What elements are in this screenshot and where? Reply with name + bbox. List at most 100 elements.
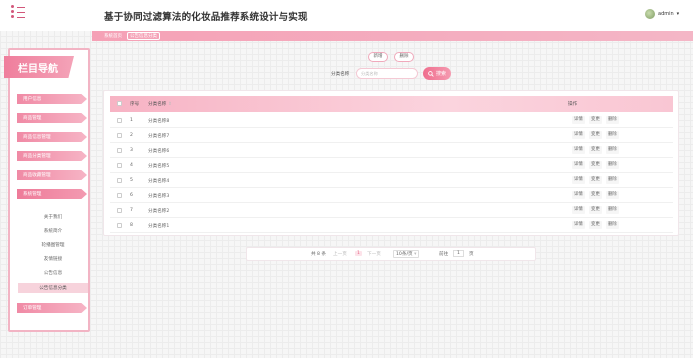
search-button[interactable]: 搜索 <box>423 67 451 80</box>
add-button[interactable]: 新增 <box>368 52 388 62</box>
row-delete-button[interactable]: 删除 <box>606 206 619 214</box>
sidebar-item-system[interactable]: 系统管理 <box>17 189 87 199</box>
row-checkbox[interactable] <box>117 208 122 213</box>
page-number-current[interactable]: 1 <box>355 251 362 256</box>
select-all-checkbox[interactable] <box>117 101 122 106</box>
sort-icon[interactable]: ⇕ <box>168 102 172 107</box>
row-delete-button[interactable]: 删除 <box>606 191 619 199</box>
table-row: 8 分类名称1 详情 变更 删除 <box>110 218 673 233</box>
detail-button[interactable]: 详情 <box>572 221 585 229</box>
sidebar-subitem-notice[interactable]: 公告信息 <box>18 268 88 278</box>
row-index: 3 <box>130 148 133 153</box>
row-checkbox[interactable] <box>117 178 122 183</box>
sidebar-heading: 栏目导航 <box>4 56 74 78</box>
edit-button[interactable]: 变更 <box>589 191 602 199</box>
edit-button[interactable]: 变更 <box>589 206 602 214</box>
sidebar-item-goods-info[interactable]: 商品信息管理 <box>17 132 87 142</box>
row-delete-button[interactable]: 删除 <box>606 146 619 154</box>
row-index: 1 <box>130 118 133 123</box>
user-menu[interactable]: admin ▾ <box>645 9 679 19</box>
search-label: 分类名称 <box>331 72 350 77</box>
sidebar-subitem-intro[interactable]: 系统简介 <box>18 226 88 236</box>
page-suffix: 页 <box>469 252 474 257</box>
row-name: 分类名称7 <box>148 134 170 139</box>
top-header: 基于协同过滤算法的化妆品推荐系统设计与实现 admin ▾ <box>0 0 693 31</box>
row-name: 分类名称4 <box>148 179 170 184</box>
sidebar-item-goods[interactable]: 商品管理 <box>17 113 87 123</box>
row-delete-button[interactable]: 删除 <box>606 161 619 169</box>
page-size-select[interactable]: 10条/页 ▾ <box>393 250 420 258</box>
chevron-down-icon: ▾ <box>676 11 680 17</box>
row-delete-button[interactable]: 删除 <box>606 176 619 184</box>
row-checkbox[interactable] <box>117 118 122 123</box>
row-name: 分类名称2 <box>148 209 170 214</box>
goto-page-input[interactable]: 1 <box>453 250 464 257</box>
table-panel: 序号 分类名称 ⇕ 操作 1 分类名称8 详情 变更 删除 2 分类名称7 详情… <box>103 90 679 236</box>
column-index-header: 序号 <box>130 102 140 107</box>
row-checkbox[interactable] <box>117 163 122 168</box>
sidebar-item-goods-favorite[interactable]: 商品收藏管理 <box>17 170 87 180</box>
next-page-button[interactable]: 下一页 <box>367 251 381 257</box>
edit-button[interactable]: 变更 <box>589 176 602 184</box>
detail-button[interactable]: 详情 <box>572 146 585 154</box>
row-index: 5 <box>130 178 133 183</box>
menu-toggle-icon[interactable] <box>11 5 25 18</box>
column-actions-header: 操作 <box>568 102 578 107</box>
row-name: 分类名称3 <box>148 194 170 199</box>
sidebar-subitem-links[interactable]: 友情链接 <box>18 254 88 264</box>
table-row: 4 分类名称5 详情 变更 删除 <box>110 158 673 173</box>
prev-page-button[interactable]: 上一页 <box>333 251 347 257</box>
row-name: 分类名称5 <box>148 164 170 169</box>
column-name-header[interactable]: 分类名称 ⇕ <box>148 101 172 107</box>
detail-button[interactable]: 详情 <box>572 131 585 139</box>
row-name: 分类名称6 <box>148 149 170 154</box>
row-name: 分类名称8 <box>148 119 170 124</box>
edit-button[interactable]: 变更 <box>589 146 602 154</box>
row-index: 7 <box>130 208 133 213</box>
detail-button[interactable]: 详情 <box>572 116 585 124</box>
sidebar-item-orders[interactable]: 订单管理 <box>17 303 87 313</box>
page-title: 基于协同过滤算法的化妆品推荐系统设计与实现 <box>104 12 308 23</box>
row-index: 6 <box>130 193 133 198</box>
total-count: 共 8 条 <box>311 252 327 257</box>
search-button-label: 搜索 <box>435 71 446 77</box>
edit-button[interactable]: 变更 <box>589 116 602 124</box>
row-checkbox[interactable] <box>117 193 122 198</box>
sidebar-subitem-notice-category[interactable]: 公告信息分类 <box>18 283 88 293</box>
goto-label: 前往 <box>439 252 449 257</box>
table-row: 7 分类名称2 详情 变更 删除 <box>110 203 673 218</box>
row-delete-button[interactable]: 删除 <box>606 116 619 124</box>
table-row: 5 分类名称4 详情 变更 删除 <box>110 173 673 188</box>
detail-button[interactable]: 详情 <box>572 161 585 169</box>
search-icon <box>428 70 434 77</box>
username: admin <box>658 11 674 17</box>
sidebar-item-user-info[interactable]: 用户信息 <box>17 94 87 104</box>
sidebar-subitem-about[interactable]: 关于我们 <box>18 212 88 222</box>
edit-button[interactable]: 变更 <box>589 131 602 139</box>
row-name: 分类名称1 <box>148 224 170 229</box>
sidebar: 栏目导航 用户信息 商品管理 商品信息管理 商品分类管理 商品收藏管理 系统管理… <box>4 48 90 332</box>
breadcrumb-current[interactable]: 公告信息分类 <box>127 32 160 40</box>
table-row: 3 分类名称6 详情 变更 删除 <box>110 143 673 158</box>
sidebar-subitem-carousel[interactable]: 轮播图管理 <box>18 240 88 250</box>
table-header: 序号 分类名称 ⇕ 操作 <box>110 96 673 112</box>
row-checkbox[interactable] <box>117 148 122 153</box>
breadcrumb: 系统首页 公告信息分类 <box>92 31 693 41</box>
edit-button[interactable]: 变更 <box>589 161 602 169</box>
table-row: 2 分类名称7 详情 变更 删除 <box>110 128 673 143</box>
breadcrumb-home[interactable]: 系统首页 <box>104 33 122 39</box>
row-index: 8 <box>130 223 133 228</box>
detail-button[interactable]: 详情 <box>572 206 585 214</box>
row-delete-button[interactable]: 删除 <box>606 221 619 229</box>
row-checkbox[interactable] <box>117 133 122 138</box>
search-input[interactable]: 分类名称 <box>356 68 418 79</box>
sidebar-item-goods-category[interactable]: 商品分类管理 <box>17 151 87 161</box>
detail-button[interactable]: 详情 <box>572 176 585 184</box>
edit-button[interactable]: 变更 <box>589 221 602 229</box>
detail-button[interactable]: 详情 <box>572 191 585 199</box>
row-delete-button[interactable]: 删除 <box>606 131 619 139</box>
row-checkbox[interactable] <box>117 223 122 228</box>
table-row: 6 分类名称3 详情 变更 删除 <box>110 188 673 203</box>
row-index: 2 <box>130 133 133 138</box>
delete-button[interactable]: 删除 <box>394 52 414 62</box>
